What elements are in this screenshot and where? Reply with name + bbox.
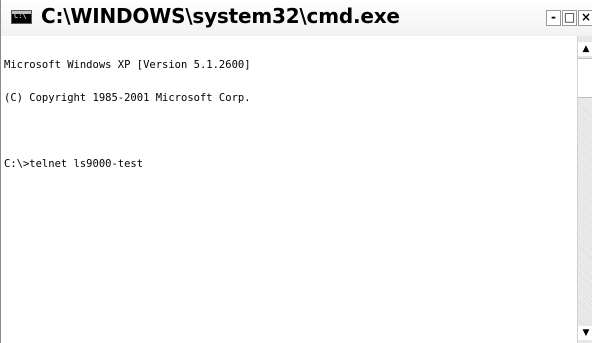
scroll-thumb[interactable] bbox=[578, 58, 592, 98]
console-line: C:\>telnet ls9000-test bbox=[4, 158, 144, 170]
scroll-up-arrow-icon[interactable]: ▲ bbox=[578, 42, 592, 56]
vertical-scrollbar[interactable]: ▲ ▼ bbox=[577, 36, 592, 343]
cmd-window: C:\ C:\WINDOWS\system32\cmd.exe - □ × Mi… bbox=[0, 0, 592, 343]
minimize-button[interactable]: - bbox=[546, 10, 561, 26]
scroll-down-arrow-icon[interactable]: ▼ bbox=[578, 326, 592, 340]
cmd-icon[interactable]: C:\ bbox=[11, 10, 32, 24]
close-button[interactable]: × bbox=[578, 10, 592, 26]
console-output[interactable]: Microsoft Windows XP [Version 5.1.2600] … bbox=[2, 36, 576, 343]
title-bar[interactable]: C:\ C:\WINDOWS\system32\cmd.exe - □ × bbox=[1, 0, 592, 36]
maximize-button[interactable]: □ bbox=[562, 10, 577, 26]
console-line: (C) Copyright 1985-2001 Microsoft Corp. bbox=[4, 92, 251, 104]
console-line: Microsoft Windows XP [Version 5.1.2600] bbox=[4, 59, 251, 71]
window-title: C:\WINDOWS\system32\cmd.exe bbox=[41, 4, 400, 28]
